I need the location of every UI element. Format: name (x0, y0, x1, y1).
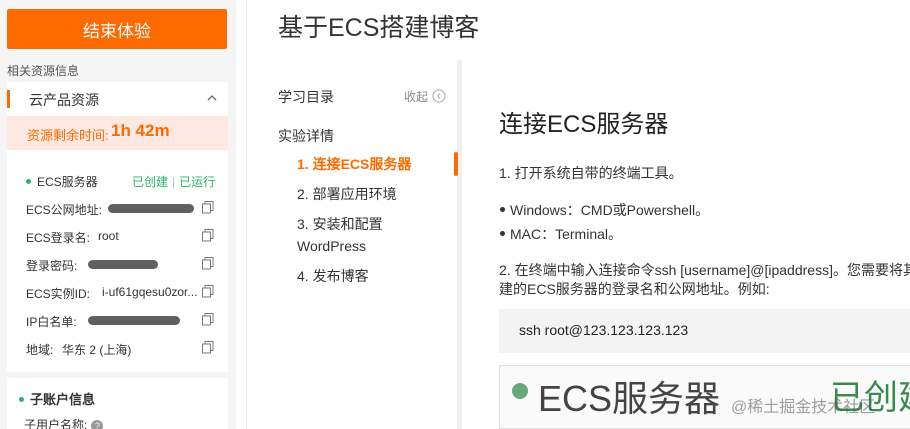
cloud-product-title: 云产品资源 (29, 92, 99, 108)
copy-icon[interactable] (202, 229, 214, 242)
end-experience-button[interactable]: 结束体验 (7, 9, 227, 49)
help-icon[interactable]: ? (91, 419, 104, 429)
toc-item-install-wordpress[interactable]: 3. 安装和配置 WordPress (297, 213, 447, 257)
remaining-time-value: 1h 42m (111, 121, 170, 140)
redacted-value (88, 316, 180, 325)
watermark: @稀土掘金技术社区 (731, 399, 876, 416)
bullet-windows: Windows：CMD或Powershell。 (499, 202, 710, 218)
panel-divider (246, 0, 247, 429)
region-row: 地域: 华东 2 (上海) (26, 338, 224, 358)
login-password-row: 登录密码: (26, 254, 224, 274)
resource-sidebar: 结束体验 相关资源信息 云产品资源 资源剩余时间: 1h 42m ECS服务器 … (0, 0, 236, 429)
row-label: ECS实例ID: (26, 287, 91, 301)
cloud-product-card: 云产品资源 资源剩余时间: 1h 42m ECS服务器 已创建 | 已运行 ECS公… (7, 82, 228, 372)
copy-icon[interactable] (202, 285, 214, 298)
ecs-instance-id-row: ECS实例ID: i-uf61gqesu0zor... (26, 282, 224, 302)
status-dot-icon (512, 383, 528, 399)
copy-icon[interactable] (202, 341, 214, 354)
toc-item-publish-blog[interactable]: 4. 发布博客 (297, 265, 447, 287)
row-value: i-uf61gqesu0zor... (102, 285, 198, 299)
app-root: 结束体验 相关资源信息 云产品资源 资源剩余时间: 1h 42m ECS服务器 … (0, 0, 910, 429)
collapse-left-icon[interactable] (432, 89, 446, 103)
bullet-mac: MAC：Terminal。 (499, 226, 623, 242)
content-heading: 连接ECS服务器 (499, 111, 669, 138)
related-resources-label: 相关资源信息 (7, 64, 80, 78)
page-title: 基于ECS搭建博客 (278, 14, 480, 42)
row-label: 登录密码: (26, 259, 78, 273)
row-label: ECS登录名: (26, 231, 91, 245)
status-running: 已运行 (179, 175, 216, 189)
step-2-line-2: 建的ECS服务器的登录名和公网地址。例如: (499, 281, 770, 297)
sub-username-label: 子用户名称: (24, 418, 88, 429)
cloud-product-header[interactable]: 云产品资源 (7, 82, 228, 116)
redacted-value (108, 204, 194, 213)
toc-collapse-button[interactable]: 收起 (404, 88, 428, 105)
image-ecs-label: ECS服务器 (538, 378, 721, 419)
ecs-public-ip-row: ECS公网地址: (26, 198, 224, 218)
sub-account-card: 子账户信息 子用户名称:? (7, 378, 228, 429)
status-separator: | (172, 175, 176, 189)
toc-section-label: 实验详情 (278, 128, 334, 144)
status-dot-icon (19, 397, 24, 403)
row-value: 华东 2 (上海) (62, 343, 132, 357)
remaining-time-label: 资源剩余时间: (27, 128, 109, 143)
copy-icon[interactable] (202, 313, 214, 326)
copy-icon[interactable] (202, 201, 214, 214)
lesson-content: 连接ECS服务器 1. 打开系统自带的终端工具。 Windows：CMD或Pow… (462, 60, 910, 429)
row-label: IP白名单: (26, 315, 77, 329)
remaining-time-banner: 资源剩余时间: 1h 42m (7, 116, 228, 150)
row-value: root (98, 229, 119, 243)
toc-active-indicator (454, 152, 458, 176)
chevron-up-icon[interactable] (206, 92, 218, 104)
status-dot-icon (26, 179, 31, 185)
toc-item-connect-ecs[interactable]: 1. 连接ECS服务器 (297, 153, 447, 175)
ip-whitelist-row: IP白名单: (26, 310, 224, 330)
sub-username-row: 子用户名称:? (24, 416, 104, 429)
copy-icon[interactable] (202, 257, 214, 270)
row-label: ECS公网地址: (26, 203, 103, 217)
step-2-line-1: 2. 在终端中输入连接命令ssh [username]@[ipaddress]。… (499, 262, 910, 278)
code-block[interactable]: ssh root@123.123.123.123 (499, 309, 910, 353)
toc-heading: 学习目录 (278, 89, 334, 105)
status-created: 已创建 (132, 175, 169, 189)
ecs-login-row: ECS登录名: root (26, 226, 224, 246)
accent-bar (7, 90, 10, 108)
ecs-status-row: ECS服务器 已创建 | 已运行 (26, 170, 224, 190)
row-label: 地域: (26, 343, 54, 357)
step-1-text: 1. 打开系统自带的终端工具。 (499, 165, 683, 181)
toc-item-deploy-env[interactable]: 2. 部署应用环境 (297, 183, 447, 205)
redacted-value (88, 260, 158, 269)
sub-account-title: 子账户信息 (30, 392, 96, 407)
ecs-server-label: ECS服务器 (37, 175, 98, 189)
